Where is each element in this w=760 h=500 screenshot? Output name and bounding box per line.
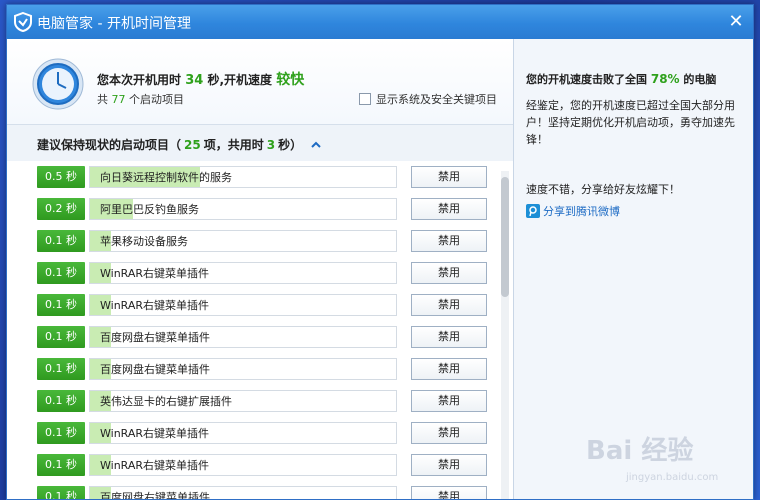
disable-button[interactable]: 禁用	[411, 454, 487, 476]
section-total-seconds: 3	[266, 137, 276, 152]
startup-item-name: 百度网盘右键菜单插件	[100, 331, 210, 344]
beat-percentage-line: 您的开机速度击败了全国 78% 的电脑	[526, 71, 716, 87]
startup-time-badge: 0.2 秒	[37, 198, 85, 220]
startup-item-row: 0.5 秒 向日葵远程控制软件的服务 禁用	[7, 163, 507, 195]
scrollbar-thumb[interactable]	[501, 177, 509, 297]
section-title-mid: 项，共用时	[203, 138, 264, 152]
startup-item-name: 英伟达显卡的右键扩展插件	[100, 395, 232, 408]
startup-count-prefix: 共	[97, 93, 108, 106]
startup-item-name-box: WinRAR右键菜单插件	[89, 262, 397, 284]
list-scrollbar[interactable]	[501, 171, 509, 499]
startup-item-name-box: 百度网盘右键菜单插件	[89, 358, 397, 380]
share-weibo-label: 分享到腾讯微博	[543, 205, 620, 218]
disable-button[interactable]: 禁用	[411, 166, 487, 188]
boot-speed-prefix: 秒,开机速度	[207, 73, 273, 87]
disable-button[interactable]: 禁用	[411, 262, 487, 284]
startup-item-name-box: 百度网盘右键菜单插件	[89, 486, 397, 500]
startup-item-name-box: WinRAR右键菜单插件	[89, 294, 397, 316]
disable-button[interactable]: 禁用	[411, 198, 487, 220]
section-title: 建议保持现状的启动项目（ 25 项，共用时 3 秒）	[37, 136, 322, 153]
boot-time-line: 您本次开机用时 34 秒,开机速度 较快	[97, 69, 304, 89]
show-system-items-checkbox[interactable]: 显示系统及安全关键项目	[359, 91, 497, 107]
startup-item-name: 百度网盘右键菜单插件	[100, 491, 210, 500]
collapse-chevron-up-icon[interactable]	[310, 139, 322, 151]
startup-item-row: 0.1 秒 WinRAR右键菜单插件 禁用	[7, 259, 507, 291]
evaluation-text: 经鉴定，您的开机速度已超过全国大部分用户！坚持定期优化开机启动项，勇夺加速先锋！	[526, 99, 735, 146]
boot-time-prefix: 您本次开机用时	[97, 73, 182, 87]
startup-time-badge: 0.1 秒	[37, 358, 85, 380]
section-title-prefix: 建议保持现状的启动项目（	[37, 138, 182, 152]
window-title: 电脑管家 - 开机时间管理	[37, 16, 191, 32]
disable-button[interactable]: 禁用	[411, 486, 487, 499]
boot-seconds: 34	[185, 73, 204, 88]
show-system-items-label: 显示系统及安全关键项目	[376, 93, 497, 106]
startup-item-name-box: 阿里巴巴反钓鱼服务	[89, 198, 397, 220]
disable-button[interactable]: 禁用	[411, 230, 487, 252]
startup-time-badge: 0.1 秒	[37, 422, 85, 444]
startup-items-list: 0.5 秒向日葵远程控制软件的服务 禁用 0.2 秒阿里巴巴反钓鱼服务 禁用 0.1 秒…	[7, 161, 513, 500]
startup-item-row: 0.1 秒 百度网盘右键菜单插件 禁用	[7, 355, 507, 387]
startup-item-row: 0.1 秒 百度网盘右键菜单插件 禁用	[7, 323, 507, 355]
share-prompt: 速度不错，分享给好友炫耀下！	[526, 183, 680, 196]
clock-icon	[32, 58, 84, 110]
startup-item-name: 向日葵远程控制软件的服务	[100, 171, 232, 184]
startup-time-badge: 0.5 秒	[37, 166, 85, 188]
disable-button[interactable]: 禁用	[411, 326, 487, 348]
startup-count-line: 共 77 个启动项目	[97, 91, 184, 107]
startup-item-row: 0.1 秒 WinRAR右键菜单插件 禁用	[7, 291, 507, 323]
startup-item-name: WinRAR右键菜单插件	[100, 299, 210, 312]
section-header: 建议保持现状的启动项目（ 25 项，共用时 3 秒）	[7, 125, 513, 161]
startup-time-badge: 0.1 秒	[37, 390, 85, 412]
share-weibo-link[interactable]: 分享到腾讯微博	[526, 203, 620, 219]
disable-button[interactable]: 禁用	[411, 294, 487, 316]
startup-item-row: 0.1 秒 苹果移动设备服务 禁用	[7, 227, 507, 259]
pc-manager-logo-icon	[14, 12, 32, 32]
startup-item-name-box: WinRAR右键菜单插件	[89, 422, 397, 444]
startup-item-name-box: WinRAR右键菜单插件	[89, 454, 397, 476]
startup-item-name-box: 百度网盘右键菜单插件	[89, 326, 397, 348]
beat-percent: 78%	[650, 72, 680, 86]
startup-time-badge: 0.1 秒	[37, 326, 85, 348]
boot-speed-rating: 较快	[276, 72, 305, 88]
title-bar[interactable]: 电脑管家 - 开机时间管理 ✕	[7, 5, 753, 39]
startup-item-name: 苹果移动设备服务	[100, 235, 188, 248]
startup-item-name: WinRAR右键菜单插件	[100, 427, 210, 440]
startup-item-name-box: 英伟达显卡的右键扩展插件	[89, 390, 397, 412]
beat-prefix: 您的开机速度击败了全国	[526, 73, 647, 86]
startup-item-row: 0.1 秒 百度网盘右键菜单插件 禁用	[7, 483, 507, 500]
tencent-weibo-icon	[526, 204, 540, 218]
watermark-url: jingyan.baidu.com	[626, 472, 719, 483]
boot-time-manager-window: 电脑管家 - 开机时间管理 ✕ 您本次开机用时 34 秒,开机速度 较快 共 7…	[6, 4, 754, 500]
startup-item-row: 0.1 秒 英伟达显卡的右键扩展插件 禁用	[7, 387, 507, 419]
checkbox-box[interactable]	[359, 93, 371, 105]
startup-time-badge: 0.1 秒	[37, 230, 85, 252]
startup-item-name: WinRAR右键菜单插件	[100, 267, 210, 280]
startup-item-name: WinRAR右键菜单插件	[100, 459, 210, 472]
startup-item-name-box: 苹果移动设备服务	[89, 230, 397, 252]
startup-list-pane: 您本次开机用时 34 秒,开机速度 较快 共 77 个启动项目 显示系统及安全关…	[7, 39, 513, 500]
baidu-jingyan-watermark: Bai 经验 jingyan.baidu.com	[586, 430, 756, 490]
beat-suffix: 的电脑	[683, 73, 717, 86]
disable-button[interactable]: 禁用	[411, 390, 487, 412]
startup-time-badge: 0.1 秒	[37, 262, 85, 284]
section-item-count: 25	[184, 137, 201, 152]
startup-item-name-box: 向日葵远程控制软件的服务	[89, 166, 397, 188]
startup-count: 77	[111, 93, 126, 106]
boot-summary: 您本次开机用时 34 秒,开机速度 较快 共 77 个启动项目 显示系统及安全关…	[7, 39, 513, 125]
startup-item-row: 0.2 秒 阿里巴巴反钓鱼服务 禁用	[7, 195, 507, 227]
startup-time-badge: 0.1 秒	[37, 454, 85, 476]
startup-item-row: 0.1 秒 WinRAR右键菜单插件 禁用	[7, 419, 507, 451]
startup-time-badge: 0.1 秒	[37, 486, 85, 499]
startup-item-row: 0.1 秒 WinRAR右键菜单插件 禁用	[7, 451, 507, 483]
close-icon[interactable]: ✕	[725, 11, 747, 33]
watermark-main: Bai 经验	[586, 436, 694, 466]
disable-button[interactable]: 禁用	[411, 358, 487, 380]
startup-item-name: 百度网盘右键菜单插件	[100, 363, 210, 376]
startup-item-name: 阿里巴巴反钓鱼服务	[100, 203, 199, 216]
startup-count-suffix: 个启动项目	[129, 93, 184, 106]
section-title-suffix: 秒）	[278, 138, 303, 152]
startup-time-badge: 0.1 秒	[37, 294, 85, 316]
disable-button[interactable]: 禁用	[411, 422, 487, 444]
